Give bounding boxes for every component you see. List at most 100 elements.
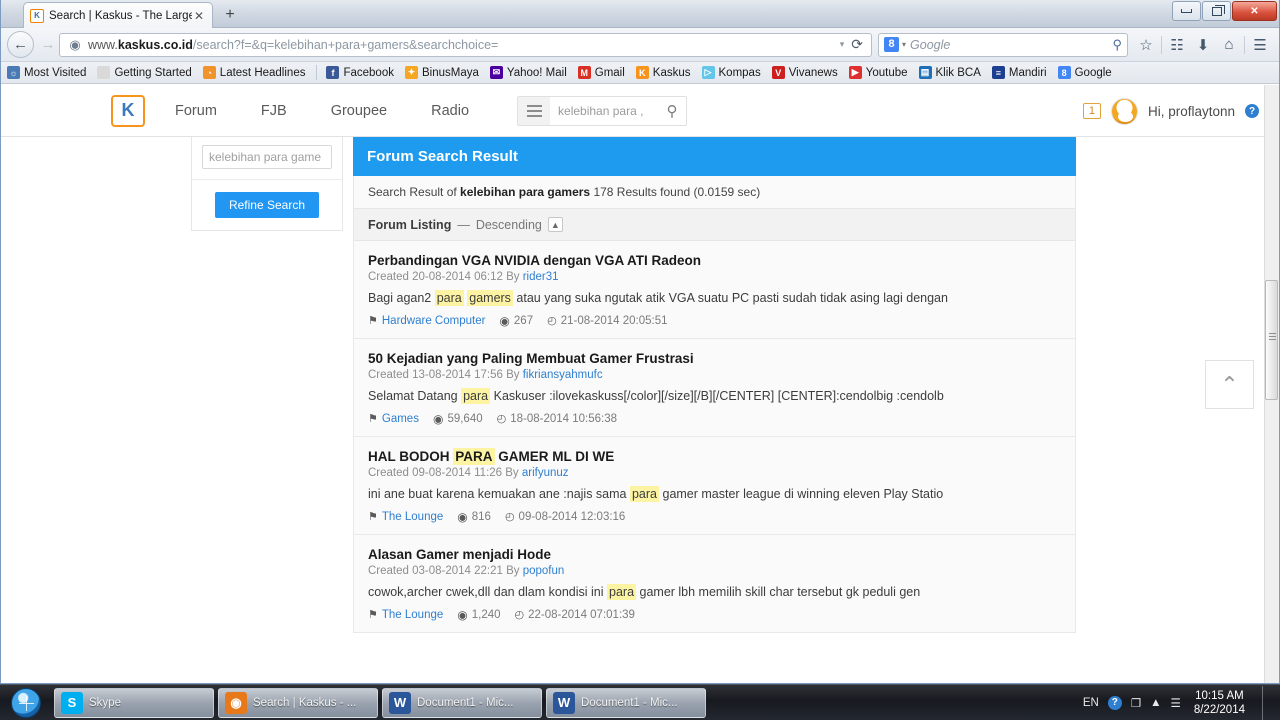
taskbar-item[interactable]: W Document1 - Mic... <box>546 687 706 718</box>
result-created: Created 20-08-2014 06:12 By <box>368 271 523 283</box>
result-forum-link[interactable]: Games <box>382 413 419 425</box>
url-dropdown-icon[interactable]: ▾ <box>836 39 849 50</box>
taskbar-item[interactable]: S Skype <box>54 687 214 718</box>
show-desktop-button[interactable] <box>1262 685 1274 720</box>
clock-time: 10:15 AM <box>1195 689 1244 702</box>
result-forum-link[interactable]: Hardware Computer <box>382 315 486 327</box>
bookmark-vivanews[interactable]: V Vivanews <box>771 66 838 79</box>
result-forum-chip[interactable]: ⚑ Games <box>368 412 419 426</box>
new-tab-button[interactable]: + <box>219 5 241 25</box>
tray-network-icon[interactable]: ❐ <box>1131 696 1141 710</box>
result-item[interactable]: Perbandingan VGA NVIDIA dengan VGA ATI R… <box>353 241 1076 339</box>
result-views-chip: ◉ 1,240 <box>457 608 500 622</box>
result-title[interactable]: HAL BODOH PARA GAMER ML DI WE <box>368 447 1061 465</box>
reload-icon[interactable]: ⟳ <box>848 36 866 53</box>
result-created: Created 09-08-2014 11:26 By <box>368 466 522 479</box>
nav-item-radio[interactable]: Radio <box>431 103 469 119</box>
url-bar[interactable]: ◉ www.kaskus.co.id/search?f=&q=kelebihan… <box>59 32 872 57</box>
search-magnifier-icon[interactable]: ⚲ <box>1112 37 1122 53</box>
bookmark-label: Latest Headlines <box>219 66 306 79</box>
bookmark-kaskus[interactable]: K Kaskus <box>635 66 691 79</box>
tray-language-indicator[interactable]: EN <box>1083 697 1099 709</box>
nav-item-groupee[interactable]: Groupee <box>331 103 387 119</box>
nav-item-fjb[interactable]: FJB <box>261 103 287 119</box>
result-author-link[interactable]: arifyunuz <box>522 467 569 479</box>
refine-search-button[interactable]: Refine Search <box>214 192 320 218</box>
result-forum-link[interactable]: The Lounge <box>382 511 443 523</box>
listing-sort-label[interactable]: Descending <box>476 218 542 232</box>
taskbar-item[interactable]: ◉ Search | Kaskus - ... <box>218 687 378 718</box>
scroll-to-top-button[interactable]: ⌃ <box>1205 360 1254 409</box>
result-author-link[interactable]: popofun <box>523 565 565 577</box>
browser-tab[interactable]: K Search | Kaskus - The Large... ✕ <box>23 2 213 28</box>
downloads-icon[interactable]: ⬇ <box>1190 32 1216 58</box>
bookmark-latest-headlines[interactable]: ◔ Latest Headlines <box>202 66 306 79</box>
result-author-link[interactable]: fikriansyahmufc <box>523 369 603 381</box>
bookmark-facebook[interactable]: f Facebook <box>326 66 394 79</box>
site-search-box[interactable]: kelebihan para , ⚲ <box>517 95 688 126</box>
hamburger-icon[interactable] <box>518 96 551 125</box>
taskbar-clock[interactable]: 10:15 AM 8/22/2014 <box>1190 689 1249 717</box>
search-engine-caret-icon[interactable]: ▾ <box>902 40 906 49</box>
result-snippet-text: Kaskuser :ilovekaskuss[/color][/size][/B… <box>490 388 944 403</box>
bookmark-gmail[interactable]: M Gmail <box>577 66 625 79</box>
help-icon[interactable]: ? <box>1245 104 1259 118</box>
bookmark-getting-started[interactable]: Getting Started <box>97 66 192 79</box>
bookmark-most-visited[interactable]: ☼ Most Visited <box>7 66 86 79</box>
site-search-magnifier-icon[interactable]: ⚲ <box>658 102 686 120</box>
kaskus-icon: K <box>635 66 649 79</box>
bookmark-binusmaya[interactable]: ✦ BinusMaya <box>404 66 479 79</box>
reading-list-icon[interactable]: ☷ <box>1164 32 1190 58</box>
nav-item-forum[interactable]: Forum <box>175 103 217 119</box>
browser-search-bar[interactable]: 8 ▾ Google ⚲ <box>878 32 1128 57</box>
browser-window: K Search | Kaskus - The Large... ✕ + ✕ ←… <box>0 0 1280 684</box>
tray-action-center-icon[interactable]: ☰ <box>1171 696 1181 710</box>
bookmark-youtube[interactable]: ▶ Youtube <box>848 66 908 79</box>
bookmark-mandiri[interactable]: ≡ Mandiri <box>991 66 1047 79</box>
minimize-button[interactable] <box>1172 1 1201 21</box>
result-forum-chip[interactable]: ⚑ The Lounge <box>368 608 443 622</box>
tray-show-hidden-icons[interactable]: ▲ <box>1150 697 1161 709</box>
bookmark-google[interactable]: 8 Google <box>1057 66 1112 79</box>
menu-icon[interactable]: ☰ <box>1247 32 1273 58</box>
bookmark-kompas[interactable]: ▷ Kompas <box>701 66 761 79</box>
bookmark-yahoo-mail[interactable]: ✉ Yahoo! Mail <box>489 66 567 79</box>
kaskus-logo-icon[interactable]: K <box>111 94 145 127</box>
result-views-chip: ◉ 816 <box>457 510 491 524</box>
bookmark-star-icon[interactable]: ☆ <box>1133 32 1159 58</box>
site-identity-globe-icon[interactable]: ◉ <box>65 35 85 55</box>
result-title[interactable]: 50 Kejadian yang Paling Membuat Gamer Fr… <box>368 351 1061 366</box>
result-item[interactable]: Alasan Gamer menjadi Hode Created 03-08-2… <box>353 534 1076 633</box>
result-forum-chip[interactable]: ⚑ The Lounge <box>368 510 443 524</box>
url-domain: kaskus.co.id <box>117 37 193 52</box>
forward-button[interactable]: → <box>37 31 59 58</box>
greeting-label[interactable]: Hi, proflaytonn <box>1148 104 1235 119</box>
close-button[interactable]: ✕ <box>1232 1 1277 21</box>
start-button[interactable] <box>2 686 50 720</box>
notification-badge[interactable]: 1 <box>1082 103 1101 119</box>
back-button[interactable]: ← <box>7 31 34 58</box>
result-item[interactable]: 50 Kejadian yang Paling Membuat Gamer Fr… <box>353 338 1076 437</box>
avatar[interactable] <box>1110 97 1138 125</box>
result-author-link[interactable]: rider31 <box>523 271 559 283</box>
tray-help-icon[interactable]: ? <box>1107 695 1122 710</box>
result-title[interactable]: Alasan Gamer menjadi Hode <box>368 547 1061 562</box>
result-lastpost-time: 21-08-2014 20:05:51 <box>560 314 668 327</box>
tab-close-icon[interactable]: ✕ <box>192 10 206 22</box>
result-title-text: HAL BODOH <box>368 448 454 464</box>
browser-search-input[interactable]: Google <box>910 38 1112 52</box>
page-scrollbar-track[interactable] <box>1264 85 1279 683</box>
sort-toggle-icon[interactable]: ▲ <box>547 217 563 232</box>
restore-button[interactable] <box>1202 1 1231 21</box>
site-search-input[interactable]: kelebihan para , <box>550 104 658 118</box>
result-forum-chip[interactable]: ⚑ Hardware Computer <box>368 314 486 328</box>
taskbar-item[interactable]: W Document1 - Mic... <box>382 687 542 718</box>
result-title[interactable]: Perbandingan VGA NVIDIA dengan VGA ATI R… <box>368 253 1061 268</box>
result-item[interactable]: HAL BODOH PARA GAMER ML DI WE Created 09-… <box>353 436 1076 535</box>
bookmark-klik-bca[interactable]: ▤ Klik BCA <box>918 66 981 79</box>
result-forum-link[interactable]: The Lounge <box>382 609 443 621</box>
home-icon[interactable]: ⌂ <box>1216 32 1242 58</box>
kaskus-favicon-icon: K <box>30 8 44 23</box>
page-scrollbar-thumb[interactable] <box>1265 280 1278 400</box>
refine-search-input[interactable]: kelebihan para game <box>202 145 332 169</box>
